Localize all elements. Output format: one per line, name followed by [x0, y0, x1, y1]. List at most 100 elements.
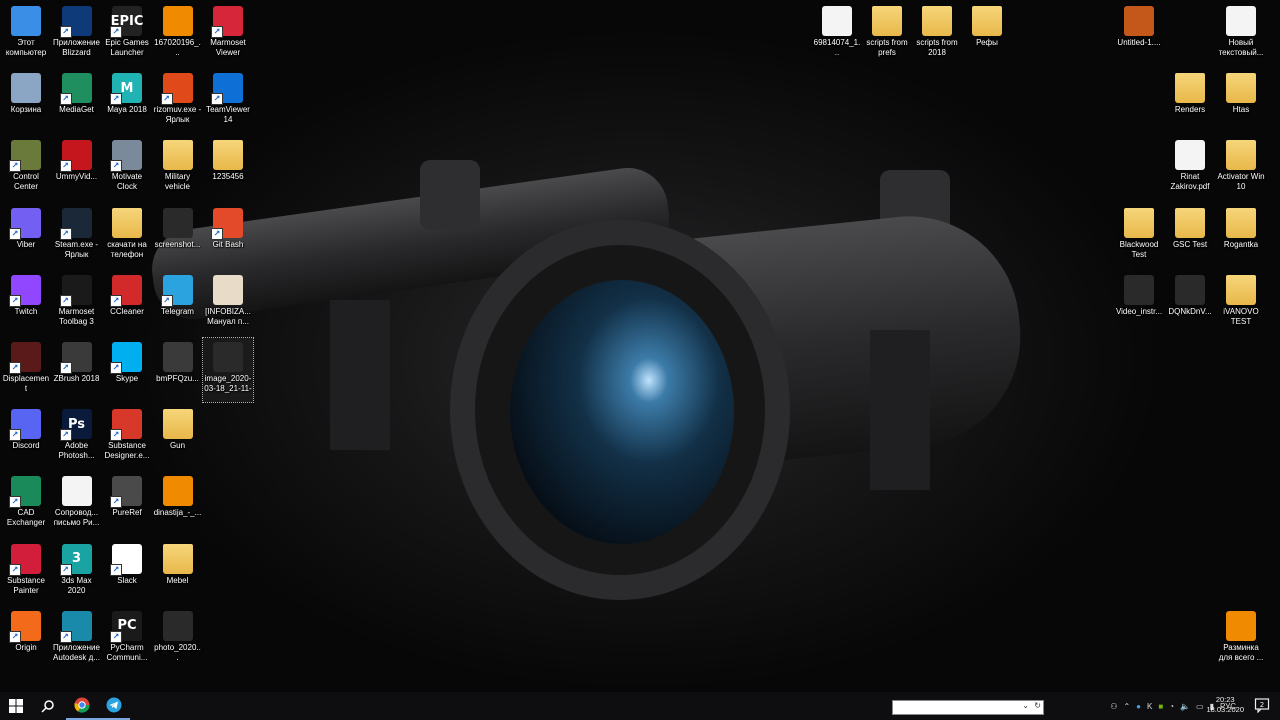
desktop-icon[interactable]: ↗ Telegram	[153, 271, 203, 335]
desktop-icon[interactable]: ↗ Приложение Blizzard	[52, 2, 102, 66]
desktop-icon[interactable]: PC ↗ PyCharm Communi...	[102, 607, 152, 671]
desktop-icon[interactable]: ↗ CCleaner	[102, 271, 152, 335]
desktop-icon[interactable]: M ↗ Maya 2018	[102, 69, 152, 133]
desktop-icon[interactable]: ↗ Substance Designer.e...	[102, 405, 152, 469]
desktop-icon[interactable]: Этот компьютер	[1, 2, 51, 66]
desktop-icon[interactable]: bmPFQzu...	[153, 338, 203, 402]
desktop-icon[interactable]: Gun	[153, 405, 203, 469]
desktop-icon[interactable]: 167020196_...	[153, 2, 203, 66]
shortcut-arrow-icon: ↗	[160, 93, 173, 106]
shortcut-arrow-icon: ↗	[9, 630, 21, 643]
desktop-icon[interactable]: [INFOBIZA... Мануал п...	[203, 271, 253, 335]
desktop-icon[interactable]: 3 ↗ 3ds Max 2020	[52, 540, 102, 604]
desktop-icon[interactable]: scripts from prefs	[862, 2, 912, 66]
desktop-icon[interactable]: photo_2020...	[153, 607, 203, 671]
shortcut-arrow-icon: ↗	[110, 429, 122, 442]
desktop-icon-label: Приложение Blizzard	[53, 38, 100, 57]
desktop-icon[interactable]: ↗ PureRef	[102, 472, 152, 536]
desktop-icon[interactable]: ↗ Steam.exe - Ярлык	[52, 204, 102, 268]
folder-icon	[1226, 73, 1256, 104]
video-file-icon	[1124, 274, 1154, 305]
desktop-icon[interactable]: Blackwood Test	[1114, 204, 1164, 268]
chevron-down-icon[interactable]: ⌄	[1022, 701, 1029, 710]
desktop-icon[interactable]: 1235456	[203, 136, 253, 200]
desktop-icon[interactable]: ↗ Displacement	[1, 338, 51, 402]
desktop-icon[interactable]: Сопровод... письмо Ри...	[52, 472, 102, 536]
k-app-icon[interactable]: K	[1147, 702, 1152, 711]
windows-start-icon[interactable]	[0, 692, 32, 720]
teamviewer-icon: ↗	[211, 73, 243, 106]
desktop-icon[interactable]: Activator Win 10	[1216, 136, 1266, 200]
desktop-icon[interactable]: ↗ TeamViewer 14	[203, 69, 253, 133]
desktop-icon[interactable]: scripts from 2018	[912, 2, 962, 66]
desktop-icon[interactable]: Renders	[1165, 69, 1215, 133]
desktop-icon[interactable]: ↗ CAD Exchanger	[1, 472, 51, 536]
search-icon[interactable]	[32, 692, 64, 720]
desktop-icon[interactable]: ↗ ZBrush 2018	[52, 338, 102, 402]
desktop-icon-label: Marmoset Toolbag 3	[58, 306, 95, 326]
volume-icon[interactable]: 🔈	[1180, 702, 1190, 711]
people-icon[interactable]: ⚇	[1110, 702, 1117, 711]
desktop-icon[interactable]: ↗ Motivate Clock	[102, 136, 152, 200]
desktop-icon[interactable]: ↗ Origin	[1, 607, 51, 671]
shortcut-arrow-icon: ↗	[59, 630, 72, 643]
desktop-icon[interactable]: Рефы	[962, 2, 1012, 66]
desktop-icon[interactable]: Rogantka	[1216, 204, 1266, 268]
network-globe-icon[interactable]: ●	[1136, 702, 1141, 711]
desktop-icon-label: Untitled-1....	[1117, 38, 1161, 47]
desktop-icon[interactable]: 69814074_1...	[812, 2, 862, 66]
desktop-icon[interactable]: Новый текстовый...	[1216, 2, 1266, 66]
clock[interactable]: 20:23 18.03.2020	[1206, 695, 1244, 715]
desktop-icon[interactable]: screenshot...	[153, 204, 203, 268]
taskbar-search-input[interactable]: ⌄ ↻	[892, 700, 1044, 715]
desktop-icon-label: 3ds Max 2020	[61, 575, 92, 595]
desktop-icon[interactable]: Ps ↗ Adobe Photosh...	[52, 405, 102, 469]
desktop-icon[interactable]: DQNkDnV...	[1165, 271, 1215, 335]
desktop-icon[interactable]: Rinat Zakirov.pdf	[1165, 136, 1215, 200]
desktop-icon[interactable]: Mebel	[153, 540, 203, 604]
control-center-icon: ↗	[9, 140, 41, 173]
desktop-icon[interactable]: ↗ Skype	[102, 338, 152, 402]
marmoset-toolbag-icon: ↗	[59, 274, 92, 307]
desktop-icon[interactable]: Video_instr...	[1114, 271, 1164, 335]
desktop-icon[interactable]: ↗ Приложение Autodesk д...	[52, 607, 102, 671]
telegram-icon[interactable]	[98, 692, 130, 720]
wifi-icon[interactable]: ◔	[1169, 702, 1174, 711]
desktop-icon[interactable]: ↗ Git Bash	[203, 204, 253, 268]
desktop-icon[interactable]: iVANOVO TEST	[1216, 271, 1266, 335]
desktop-icon[interactable]: ↗ UmmyVid...	[52, 136, 102, 200]
desktop-icon[interactable]: ↗ Substance Painter	[1, 540, 51, 604]
desktop-icon[interactable]: image_2020-03-18_21-11-00.png	[202, 337, 254, 403]
svg-text:2: 2	[1260, 701, 1264, 709]
desktop-icon[interactable]: Military vehicle	[153, 136, 203, 200]
desktop-icon[interactable]: ↗ rizomuv.exe - Ярлык	[153, 69, 203, 133]
desktop-icon[interactable]: ↗ Viber	[1, 204, 51, 268]
desktop-icon[interactable]: GSC Test	[1165, 204, 1215, 268]
shortcut-arrow-icon: ↗	[59, 362, 72, 374]
chrome-icon[interactable]	[66, 692, 98, 720]
notifications-icon[interactable]: 2	[1254, 697, 1272, 715]
desktop-icon[interactable]: EPIC ↗ Epic Games Launcher	[102, 2, 152, 66]
desktop-icon[interactable]: ↗ Marmoset Toolbag 3	[52, 271, 102, 335]
refresh-icon[interactable]: ↻	[1034, 701, 1041, 710]
desktop-icon[interactable]: ↗ Control Center	[1, 136, 51, 200]
desktop-icon[interactable]: Htas	[1216, 69, 1266, 133]
desktop-icon[interactable]: ↗ Twitch	[1, 271, 51, 335]
desktop-icon[interactable]: ↗ Discord	[1, 405, 51, 469]
gpu-icon[interactable]: ■	[1158, 702, 1163, 711]
desktop-icon[interactable]: ↗ Slack	[102, 540, 152, 604]
desktop-icon[interactable]: ↗ MediaGet	[52, 69, 102, 133]
vlc-icon	[162, 476, 193, 507]
desktop-icon-label: PyCharm Communi...	[106, 642, 148, 662]
desktop-icon[interactable]: Разминка для всего ...	[1216, 607, 1266, 671]
desktop-icon[interactable]: dinastija_-_...	[153, 472, 203, 536]
shortcut-arrow-icon: ↗	[59, 26, 72, 38]
folder-icon	[1124, 207, 1154, 238]
desktop-icon[interactable]: ↗ Marmoset Viewer	[203, 2, 253, 66]
chevron-up-icon[interactable]: ⌃	[1123, 702, 1130, 711]
desktop-icon[interactable]: Untitled-1....	[1114, 2, 1164, 66]
desktop-icon[interactable]: скачати на телефон	[102, 204, 152, 268]
orange-face-icon	[1124, 6, 1154, 36]
desktop-icon[interactable]: Корзина	[1, 69, 51, 133]
network-icon[interactable]: ▭	[1196, 702, 1204, 711]
